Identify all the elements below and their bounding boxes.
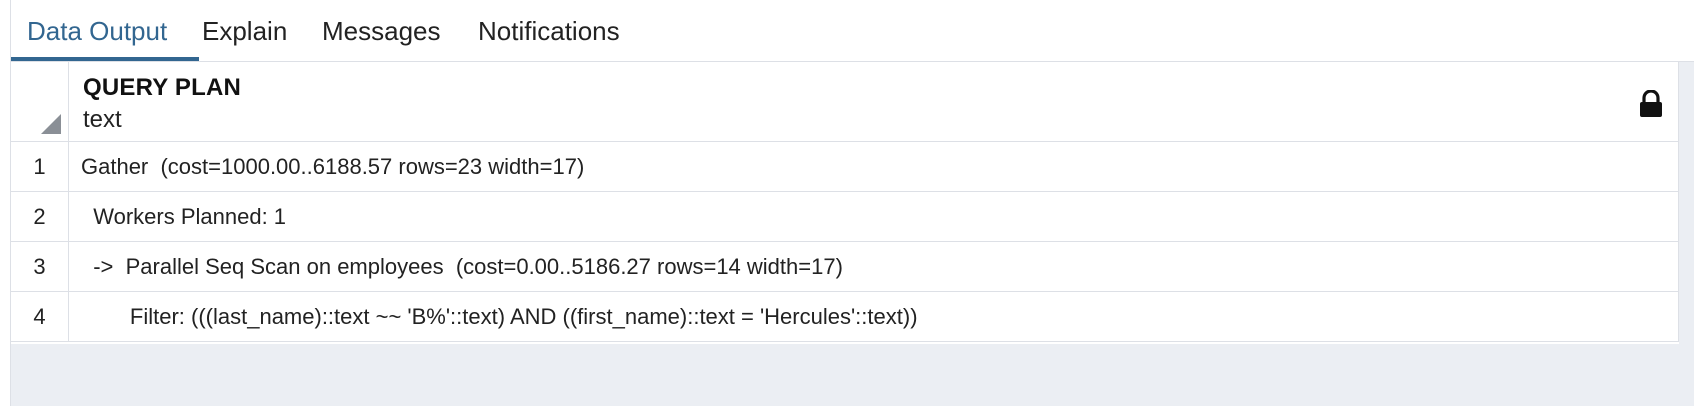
results-tab-bar: Data Output Explain Messages Notificatio… <box>11 0 1694 62</box>
tab-data-output[interactable]: Data Output <box>27 0 167 62</box>
row-number: 3 <box>11 242 69 291</box>
table-row[interactable]: 3 -> Parallel Seq Scan on employees (cos… <box>11 242 1679 292</box>
table-row[interactable]: 2 Workers Planned: 1 <box>11 192 1679 242</box>
query-plan-cell[interactable]: Filter: (((last_name)::text ~~ 'B%'::tex… <box>69 292 1679 341</box>
table-row[interactable]: 1 Gather (cost=1000.00..6188.57 rows=23 … <box>11 142 1679 192</box>
table-row[interactable]: 4 Filter: (((last_name)::text ~~ 'B%'::t… <box>11 292 1679 342</box>
select-all-triangle-icon <box>41 114 61 134</box>
column-type: text <box>83 106 122 133</box>
results-panel: Data Output Explain Messages Notificatio… <box>10 0 1694 406</box>
query-plan-cell[interactable]: Gather (cost=1000.00..6188.57 rows=23 wi… <box>69 142 1679 191</box>
row-number: 1 <box>11 142 69 191</box>
row-number: 2 <box>11 192 69 241</box>
column-name: QUERY PLAN <box>83 74 242 101</box>
active-tab-indicator <box>11 57 199 61</box>
lock-icon <box>1640 90 1662 117</box>
tab-notifications[interactable]: Notifications <box>478 0 620 62</box>
query-plan-cell[interactable]: -> Parallel Seq Scan on employees (cost=… <box>69 242 1679 291</box>
data-grid: QUERY PLAN text 1 Gather (cost=1000.00..… <box>11 62 1679 344</box>
tab-explain[interactable]: Explain <box>202 0 287 62</box>
column-header-query-plan[interactable]: QUERY PLAN text <box>69 62 1679 142</box>
query-plan-cell[interactable]: Workers Planned: 1 <box>69 192 1679 241</box>
tab-messages[interactable]: Messages <box>322 0 441 62</box>
row-number: 4 <box>11 292 69 341</box>
select-all-cell[interactable] <box>11 62 69 142</box>
